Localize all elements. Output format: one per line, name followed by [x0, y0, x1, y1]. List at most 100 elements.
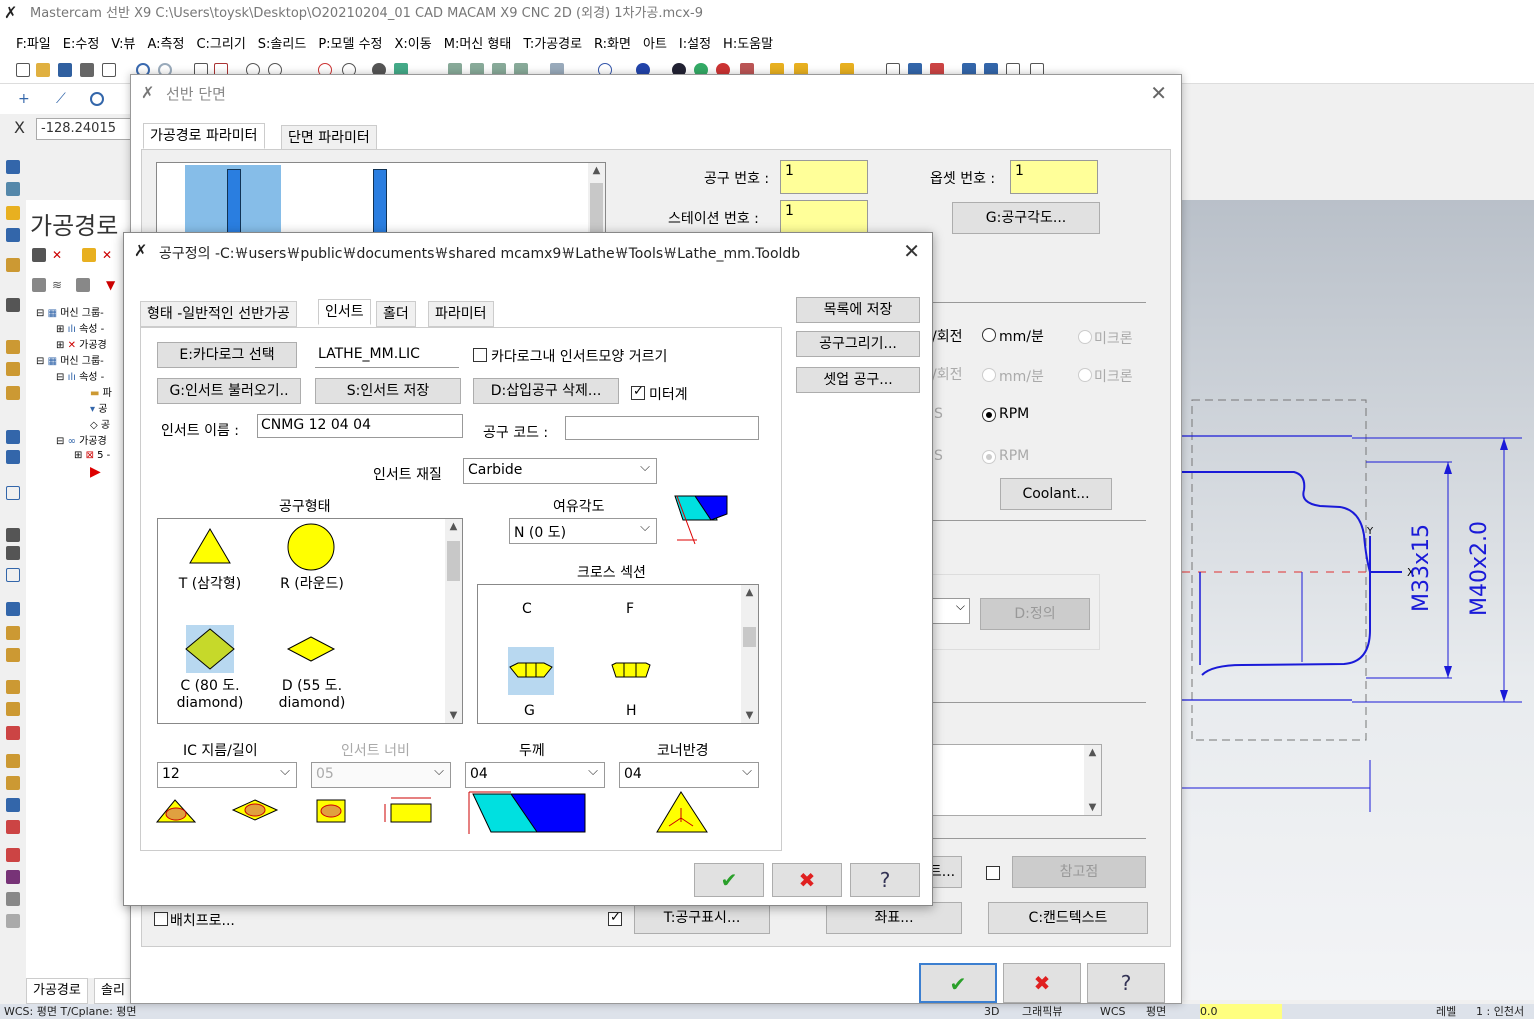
lathe9-icon[interactable] [6, 870, 20, 884]
tab-type[interactable]: 형태 -일반적인 선반가공 [140, 301, 297, 327]
menu-file[interactable]: F:파일 [10, 33, 57, 52]
close-icon[interactable]: ✕ [1150, 81, 1167, 105]
tool-code-input[interactable] [565, 416, 759, 440]
box-icon[interactable] [6, 340, 20, 354]
cancel-button[interactable]: ✖ [1003, 963, 1081, 1003]
close-icon[interactable]: ✕ [903, 239, 920, 263]
transform-icon[interactable] [6, 430, 20, 444]
save-icon[interactable] [58, 63, 72, 77]
transform2-icon[interactable] [6, 450, 20, 464]
lathe11-icon[interactable] [6, 914, 20, 928]
section-f-label[interactable]: F [626, 601, 634, 617]
shape-diamond55-label[interactable]: D (55 도. [272, 675, 352, 695]
insert-width-select[interactable]: 05 [311, 762, 451, 788]
save-to-library-button[interactable]: 목록에 저장 [796, 297, 920, 323]
ok-button[interactable]: ✔ [919, 963, 997, 1003]
status-graphic-view[interactable]: 그래픽뷰 [1022, 1004, 1062, 1019]
thickness-select[interactable]: 04 [465, 762, 605, 788]
status-z-value[interactable]: 0.0 [1200, 1004, 1282, 1019]
station-no-input[interactable]: 1 [780, 200, 868, 234]
point-icon[interactable]: + [18, 92, 32, 106]
scroll-down-icon[interactable]: ▼ [1084, 802, 1101, 813]
canned-text-button[interactable]: C:캔드텍스트 [988, 902, 1148, 934]
menu-create[interactable]: C:그리기 [190, 33, 251, 52]
scroll-down-icon[interactable]: ▼ [741, 710, 758, 721]
cancel-button[interactable]: ✖ [772, 863, 842, 897]
menu-toolpaths[interactable]: T:가공경로 [517, 33, 588, 52]
line-icon[interactable]: ⟋ [56, 92, 70, 106]
lathe10-icon[interactable] [6, 892, 20, 906]
shape-diamond80-label[interactable]: C (80 도. [172, 675, 248, 695]
catalog-file-field[interactable]: LATHE_MM.LIC [315, 344, 459, 368]
insert-material-select[interactable]: Carbide [463, 458, 657, 484]
toggle-display-icon[interactable]: ≋ [52, 278, 66, 292]
lathe7-icon[interactable] [6, 820, 20, 834]
tool-list-scrollbar[interactable]: ▲ [588, 163, 605, 241]
status-3d[interactable]: 3D [984, 1004, 999, 1019]
max-speed-rpm-radio[interactable] [982, 450, 996, 464]
plunge-micron-radio[interactable] [1078, 368, 1092, 382]
print-icon[interactable] [80, 63, 94, 77]
shape2-icon[interactable] [6, 626, 20, 640]
define-button[interactable]: D:정의 [980, 598, 1090, 630]
shape3-icon[interactable] [6, 648, 20, 662]
new-file-icon[interactable] [16, 63, 30, 77]
lathe4-icon[interactable] [6, 754, 20, 768]
coordinate-button[interactable]: 좌표... [826, 902, 962, 934]
speed-rpm-radio[interactable] [982, 408, 996, 422]
plunge-mm-min-radio[interactable] [982, 368, 996, 382]
tool-display-checkbox[interactable] [608, 910, 622, 926]
feed-micron-radio[interactable] [1078, 330, 1092, 344]
shape-round-label[interactable]: R (라운드) [272, 573, 352, 593]
filter-shape-checkbox[interactable] [473, 348, 487, 362]
coord-x-input[interactable]: -128.24015 [36, 118, 134, 140]
move-icon[interactable] [6, 298, 20, 312]
regen-icon[interactable] [82, 248, 96, 262]
tree-item[interactable]: ⊞ ⊠ 5 - [74, 450, 110, 461]
tab-parameters[interactable]: 파라미터 [428, 301, 494, 327]
corner-radius-select[interactable]: 04 [619, 762, 759, 788]
tree-item[interactable]: ▬ 파 [90, 384, 112, 399]
shape-diamond55-sub[interactable]: diamond) [272, 695, 352, 711]
tool-list[interactable]: ▲ [156, 162, 606, 242]
status-level-label[interactable]: 레벨 [1436, 1004, 1456, 1019]
toolpath-icon[interactable] [6, 160, 20, 174]
catalog-select-button[interactable]: E:카다로그 선택 [157, 342, 297, 368]
tool-angle-button[interactable]: G:공구각도... [952, 202, 1100, 234]
load-insert-button[interactable]: G:인서트 불러오기.. [157, 378, 301, 404]
section-h-label[interactable]: H [626, 703, 637, 719]
select-all-icon[interactable] [32, 248, 46, 262]
lock-icon[interactable] [32, 278, 46, 292]
status-wcs[interactable]: WCS [1100, 1004, 1126, 1019]
scroll-thumb[interactable] [590, 183, 603, 239]
insert-name-input[interactable]: CNMG 12 04 04 [257, 414, 463, 438]
scroll-thumb[interactable] [743, 627, 756, 647]
menu-help[interactable]: H:도움말 [717, 33, 779, 52]
insert-arrow-icon[interactable]: ▼ [106, 278, 120, 292]
comment-scrollbar[interactable]: ▲ ▼ [1084, 745, 1101, 815]
scroll-down-icon[interactable]: ▼ [445, 710, 462, 721]
section-g-label[interactable]: G [524, 703, 535, 719]
box2-icon[interactable] [6, 362, 20, 376]
menu-art[interactable]: 아트 [637, 33, 673, 52]
save-insert-button[interactable]: S:인서트 저장 [315, 378, 461, 404]
help-button[interactable]: ? [850, 863, 920, 897]
menu-settings[interactable]: I:설정 [673, 33, 717, 52]
menu-model-prep[interactable]: P:모델 수정 [312, 33, 388, 52]
metric-checkbox[interactable] [631, 384, 645, 400]
lathe8-icon[interactable] [6, 848, 20, 862]
menu-machine-type[interactable]: M:머신 형태 [438, 33, 518, 52]
graphics-viewport[interactable]: X Y M33x15 M40x2.0 [1182, 200, 1534, 1000]
menu-view[interactable]: V:뷰 [105, 33, 141, 52]
lathe2-icon[interactable] [6, 702, 20, 716]
tab-solids[interactable]: 솔리 [94, 978, 132, 1004]
tree-item[interactable]: ⊞ ✕ 가공경 [56, 336, 107, 351]
tool-display-button[interactable]: T:공구표시... [634, 902, 770, 934]
scroll-up-icon[interactable]: ▲ [741, 587, 758, 598]
regen-dirty-icon[interactable]: ✕ [102, 248, 116, 262]
coolant-button[interactable]: Coolant... [1000, 478, 1112, 510]
feed-mm-min-radio[interactable] [982, 328, 996, 342]
clearance-angle-select[interactable]: N (0 도) [509, 518, 657, 544]
ref-point-button[interactable]: 참고점 [1012, 856, 1146, 888]
shape-icon[interactable] [6, 602, 20, 616]
